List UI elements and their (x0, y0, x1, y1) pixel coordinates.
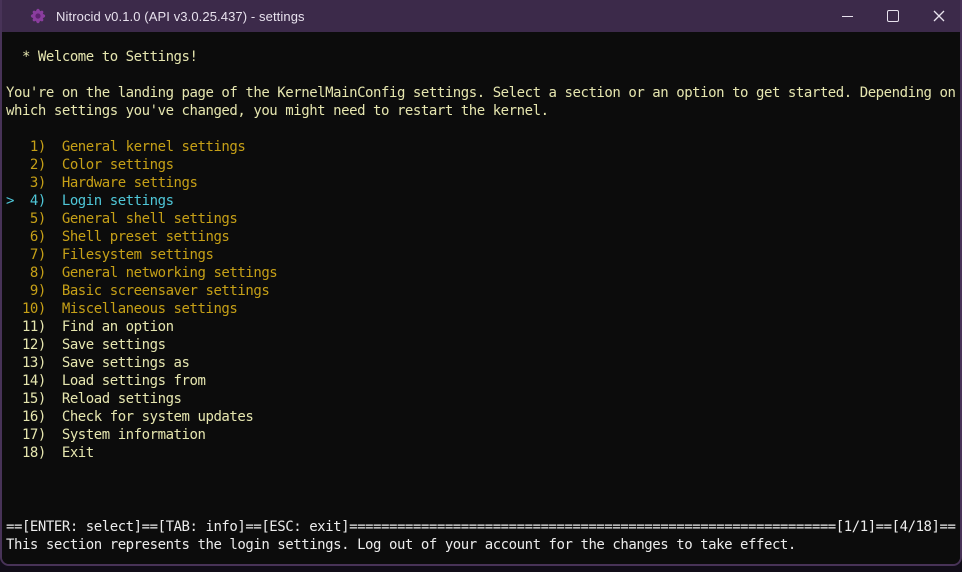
status-description: This section represents the login settin… (6, 536, 960, 554)
welcome-heading: * Welcome to Settings! (6, 48, 960, 66)
minimize-button[interactable] (824, 0, 870, 32)
settings-menu: 1) General kernel settings 2) Color sett… (6, 138, 960, 462)
menu-item-8[interactable]: 8) General networking settings (6, 264, 960, 282)
menu-item-7[interactable]: 7) Filesystem settings (6, 246, 960, 264)
blank-line (6, 120, 960, 138)
menu-item-1[interactable]: 1) General kernel settings (6, 138, 960, 156)
title-bar[interactable]: Nitrocid v0.1.0 (API v3.0.25.437) - sett… (0, 0, 962, 32)
minimize-icon (842, 16, 853, 17)
close-icon (933, 10, 945, 22)
intro-line-2: which settings you've changed, you might… (6, 102, 960, 120)
status-area: ==[ENTER: select]==[TAB: info]==[ESC: ex… (6, 518, 960, 554)
close-button[interactable] (916, 0, 962, 32)
menu-item-5[interactable]: 5) General shell settings (6, 210, 960, 228)
menu-item-18[interactable]: 18) Exit (6, 444, 960, 462)
maximize-icon (887, 10, 899, 22)
status-bar: ==[ENTER: select]==[TAB: info]==[ESC: ex… (6, 518, 960, 536)
terminal-screen[interactable]: * Welcome to Settings! You're on the lan… (2, 32, 960, 564)
menu-item-16[interactable]: 16) Check for system updates (6, 408, 960, 426)
menu-item-12[interactable]: 12) Save settings (6, 336, 960, 354)
caption-buttons (824, 0, 962, 32)
menu-item-2[interactable]: 2) Color settings (6, 156, 960, 174)
menu-item-4-selected[interactable]: > 4) Login settings (6, 192, 960, 210)
menu-item-6[interactable]: 6) Shell preset settings (6, 228, 960, 246)
menu-item-14[interactable]: 14) Load settings from (6, 372, 960, 390)
menu-item-15[interactable]: 15) Reload settings (6, 390, 960, 408)
app-window: Nitrocid v0.1.0 (API v3.0.25.437) - sett… (0, 0, 962, 566)
blank-line (6, 66, 960, 84)
menu-item-17[interactable]: 17) System information (6, 426, 960, 444)
intro-line-1: You're on the landing page of the Kernel… (6, 84, 960, 102)
menu-item-9[interactable]: 9) Basic screensaver settings (6, 282, 960, 300)
menu-item-3[interactable]: 3) Hardware settings (6, 174, 960, 192)
window-title: Nitrocid v0.1.0 (API v3.0.25.437) - sett… (56, 9, 305, 24)
maximize-button[interactable] (870, 0, 916, 32)
menu-item-10[interactable]: 10) Miscellaneous settings (6, 300, 960, 318)
menu-item-13[interactable]: 13) Save settings as (6, 354, 960, 372)
menu-item-11[interactable]: 11) Find an option (6, 318, 960, 336)
nitrocid-logo-icon (30, 8, 46, 24)
